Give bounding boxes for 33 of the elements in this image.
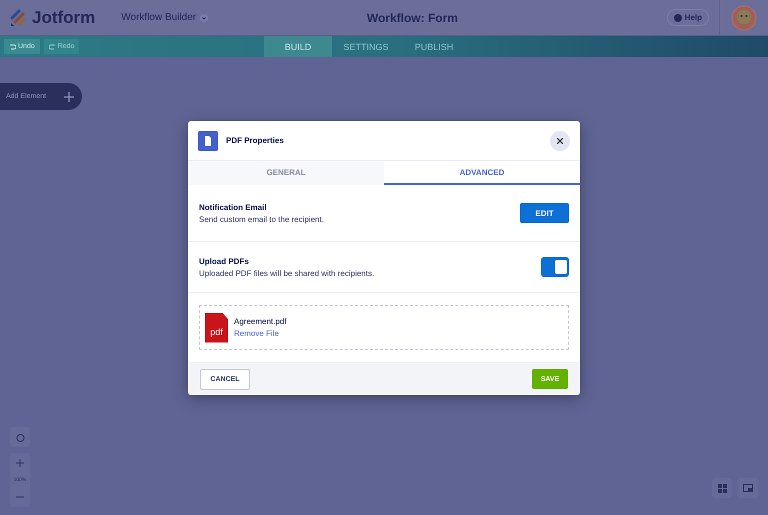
grid-icon — [718, 484, 726, 492]
grid-button[interactable] — [712, 478, 732, 498]
remove-file-link[interactable]: Remove File — [234, 329, 563, 338]
plus-icon — [64, 92, 74, 102]
dialog-title: PDF Properties — [226, 136, 285, 145]
help-button[interactable]: Help — [666, 9, 710, 26]
document-icon — [198, 130, 218, 150]
logo-icon — [10, 8, 26, 26]
setting-description: Uploaded PDF files will be shared with recipients. — [199, 268, 376, 278]
dialog-tab[interactable]: ADVANCED — [384, 161, 580, 185]
nav-tab[interactable]: SETTINGS — [332, 36, 400, 57]
dialog-tab[interactable]: GENERAL — [188, 161, 384, 185]
toggle-switch[interactable] — [541, 257, 569, 277]
setting-title: Notification Email — [199, 202, 268, 212]
logo-text: Jotform — [32, 8, 96, 28]
nav-tab[interactable]: BUILD — [264, 36, 332, 57]
redo-icon — [48, 43, 56, 50]
app-switcher[interactable]: Workflow Builder — [121, 12, 208, 23]
undo-icon — [9, 43, 16, 50]
setting-description: Send custom email to the recipient. — [199, 214, 325, 224]
minimap-icon — [743, 484, 753, 492]
minimap-button[interactable] — [738, 478, 758, 498]
plus-icon — [16, 459, 24, 467]
pan-button[interactable] — [10, 427, 30, 447]
close-button[interactable] — [550, 130, 570, 150]
pdf-file-icon: pdf — [205, 312, 228, 342]
file-name: Agreement.pdf — [234, 317, 288, 326]
edit-button[interactable]: EDIT — [520, 203, 569, 223]
chevron-icon — [200, 14, 208, 22]
setting-title: Upload PDFs — [199, 256, 250, 266]
workflow-title: Workflow: Form — [366, 10, 458, 24]
nav-tab[interactable]: PUBLISH — [400, 36, 468, 57]
close-icon — [557, 138, 563, 144]
